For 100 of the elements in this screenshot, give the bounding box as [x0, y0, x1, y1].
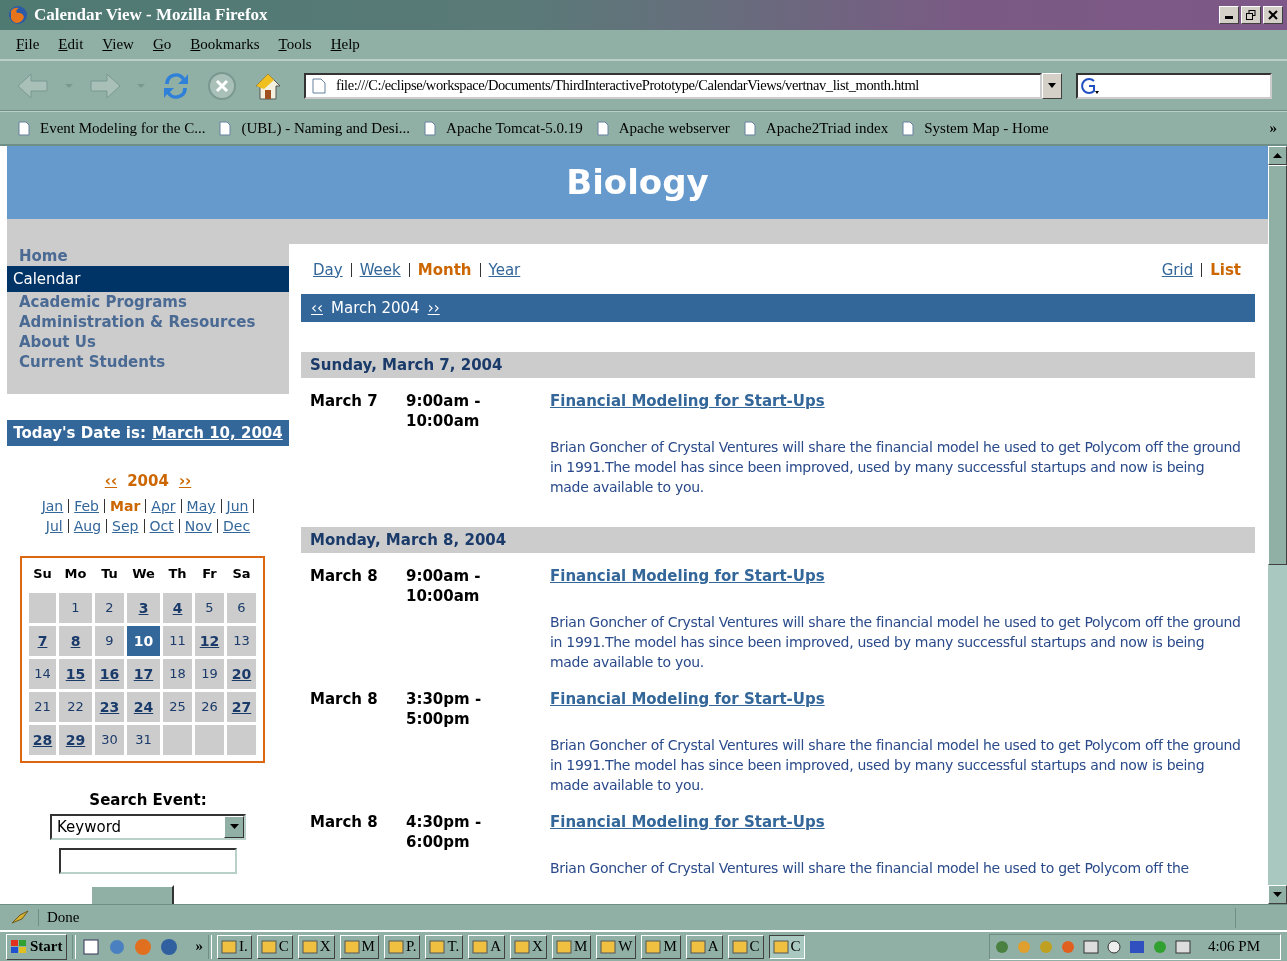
view-tab[interactable]: Month [417, 257, 472, 282]
month-link[interactable]: Dec [223, 515, 251, 536]
layout-tab[interactable]: List [1210, 257, 1241, 282]
layout-tab[interactable]: Grid [1161, 257, 1194, 282]
calendar-day[interactable]: 13 [227, 625, 256, 656]
view-tab[interactable]: Day [313, 257, 343, 282]
close-button[interactable] [1263, 5, 1283, 24]
vertical-scrollbar[interactable] [1268, 145, 1287, 904]
calendar-day[interactable]: 22 [59, 691, 92, 722]
nav-item[interactable]: Calendar [7, 265, 289, 292]
taskbar-button[interactable]: X [510, 934, 547, 959]
bookmark-item[interactable]: Apache2Triad index [743, 119, 889, 137]
month-link[interactable]: Jul [45, 515, 63, 536]
taskbar-button[interactable]: C [727, 934, 764, 959]
calendar-day[interactable]: 31 [127, 724, 160, 755]
search-field[interactable] [1076, 72, 1272, 99]
more-quick-launch-button[interactable]: » [195, 938, 203, 956]
event-title-link[interactable]: Financial Modeling for Start-Ups [550, 811, 825, 832]
calendar-day[interactable]: 27 [227, 691, 256, 722]
address-field[interactable]: file:///C:/eclipse/workspace/Documents/ThirdInteractivePrototype/CalendarViews/vertnav_list_month.html [304, 72, 1042, 99]
calendar-day[interactable]: 16 [95, 658, 124, 689]
calendar-day[interactable]: 20 [227, 658, 256, 689]
dropdown-button[interactable] [1042, 72, 1062, 99]
calendar-day[interactable]: 29 [59, 724, 92, 755]
previous-month-link[interactable]: ‹‹ [311, 298, 323, 317]
event-title-link[interactable]: Financial Modeling for Start-Ups [550, 565, 825, 586]
bookmark-item[interactable]: (UBL) - Naming and Desi... [219, 119, 411, 137]
menu-item[interactable]: Bookmarks [190, 35, 260, 53]
keyword-input[interactable] [59, 847, 237, 874]
calendar-day[interactable]: 26 [195, 691, 224, 722]
calendar-day[interactable]: 18 [163, 658, 192, 689]
month-link[interactable]: May [186, 495, 216, 516]
calendar-day[interactable]: 28 [29, 724, 56, 755]
calendar-day[interactable]: 8 [59, 625, 92, 656]
calendar-day[interactable]: 23 [95, 691, 124, 722]
scroll-up-button[interactable] [1268, 145, 1287, 165]
bookmark-item[interactable]: System Map - Home [902, 119, 1049, 137]
month-link[interactable]: Aug [73, 515, 102, 536]
restore-button[interactable] [1241, 5, 1261, 24]
more-bookmarks-button[interactable]: » [1269, 119, 1277, 137]
next-year-link[interactable]: ›› [178, 471, 192, 490]
taskbar-button[interactable]: M [551, 934, 592, 959]
calendar-day[interactable]: 2 [95, 592, 124, 623]
calendar-day[interactable]: 15 [59, 658, 92, 689]
month-link[interactable]: Apr [151, 495, 176, 516]
month-link[interactable]: Mar [110, 495, 141, 516]
event-title-link[interactable]: Financial Modeling for Start-Ups [550, 688, 825, 709]
taskbar-button[interactable]: C [768, 934, 805, 959]
taskbar-button[interactable]: A [685, 934, 723, 959]
calendar-day[interactable]: 21 [29, 691, 56, 722]
minimize-button[interactable] [1219, 5, 1239, 24]
calendar-day[interactable]: 30 [95, 724, 124, 755]
calendar-day[interactable]: 10 [127, 625, 160, 656]
search-button[interactable] [92, 884, 174, 904]
month-link[interactable]: Jun [226, 495, 249, 516]
calendar-day[interactable]: 6 [227, 592, 256, 623]
stop-icon[interactable] [206, 69, 238, 102]
taskbar-button[interactable]: C [256, 934, 293, 959]
menu-item[interactable]: Go [152, 35, 172, 53]
start-button[interactable]: Start [6, 933, 67, 960]
calendar-day[interactable]: 14 [29, 658, 56, 689]
menu-item[interactable]: Tools [278, 35, 312, 53]
month-link[interactable]: Oct [149, 515, 174, 536]
event-title-link[interactable]: Financial Modeling for Start-Ups [550, 390, 825, 411]
month-link[interactable]: Nov [184, 515, 213, 536]
calendar-day[interactable]: 11 [163, 625, 192, 656]
menu-item[interactable]: View [102, 35, 134, 53]
calendar-day[interactable]: 17 [127, 658, 160, 689]
calendar-day[interactable]: 9 [95, 625, 124, 656]
calendar-day[interactable]: 19 [195, 658, 224, 689]
taskbar-button[interactable]: T. [425, 934, 464, 959]
taskbar-button[interactable]: W [596, 934, 637, 959]
search-type-select[interactable]: Keyword [50, 813, 246, 840]
menu-item[interactable]: File [16, 35, 40, 53]
taskbar-button[interactable]: M [339, 934, 379, 959]
previous-year-link[interactable]: ‹‹ [104, 471, 118, 490]
calendar-day[interactable]: 4 [163, 592, 192, 623]
calendar-day[interactable]: 25 [163, 691, 192, 722]
month-link[interactable]: Sep [112, 515, 139, 536]
bookmark-item[interactable]: Apache Tomcat-5.0.19 [424, 119, 583, 137]
scrollbar-thumb[interactable] [1268, 164, 1287, 565]
calendar-day[interactable]: 1 [59, 592, 92, 623]
month-link[interactable]: Feb [74, 495, 99, 516]
bookmark-item[interactable]: Apache webserver [596, 119, 730, 137]
taskbar-button[interactable]: I. [217, 934, 252, 959]
next-month-link[interactable]: ›› [427, 298, 440, 317]
today-link[interactable]: March 10, 2004 [151, 423, 283, 442]
calendar-day[interactable]: 5 [195, 592, 224, 623]
menu-item[interactable]: Edit [58, 35, 84, 53]
taskbar-button[interactable]: X [297, 934, 335, 959]
scroll-down-button[interactable] [1268, 884, 1287, 904]
calendar-day[interactable]: 7 [29, 625, 56, 656]
view-tab[interactable]: Year [488, 257, 521, 282]
calendar-day[interactable]: 24 [127, 691, 160, 722]
taskbar-button[interactable]: A [468, 934, 506, 959]
calendar-day[interactable]: 3 [127, 592, 160, 623]
tray-icons-drawing[interactable] [993, 937, 1194, 956]
taskbar-button[interactable]: M [641, 934, 681, 959]
view-tab[interactable]: Week [359, 257, 401, 282]
taskbar-button[interactable]: P. [383, 934, 421, 959]
